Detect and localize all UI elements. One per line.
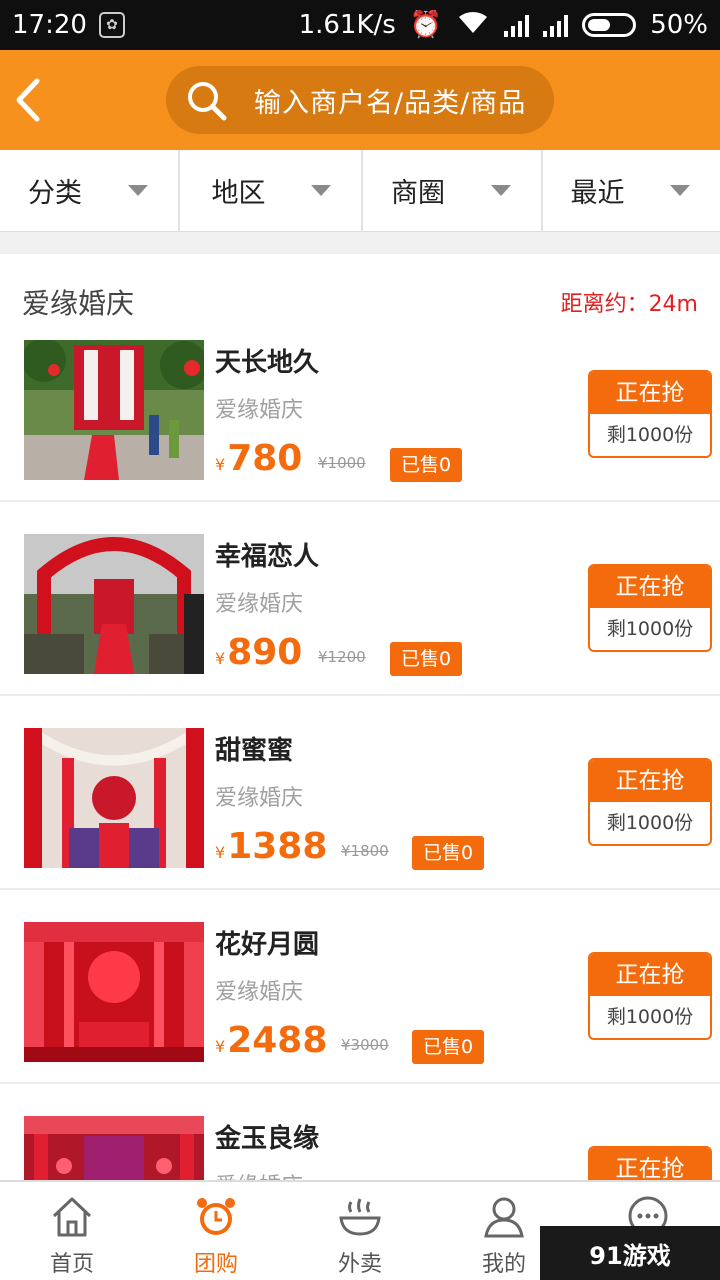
notification-app-icon: ✿ bbox=[98, 12, 125, 38]
dropdown-arrow-icon bbox=[127, 185, 148, 196]
grab-button[interactable]: 正在抢 剩1000份 bbox=[588, 370, 712, 458]
deal-item[interactable]: 花好月圆 爱缘婚庆 ¥ 2488 ¥3000 已售0 正在抢 剩1000份 bbox=[0, 890, 720, 1084]
back-button[interactable] bbox=[8, 74, 48, 126]
grab-button[interactable]: 正在抢 剩1000份 bbox=[588, 758, 712, 846]
grab-label: 正在抢 bbox=[590, 1148, 710, 1180]
filter-label: 商圈 bbox=[391, 178, 445, 209]
deal-original-price: ¥1200 bbox=[318, 648, 366, 666]
price-value: 890 bbox=[227, 632, 303, 673]
alarm-icon: ⏰ bbox=[409, 10, 443, 40]
tab-home[interactable]: 首页 bbox=[0, 1182, 144, 1280]
person-icon bbox=[484, 1197, 524, 1238]
status-time: 17:20 bbox=[12, 10, 87, 40]
grab-button[interactable]: 正在抢 剩1000份 bbox=[588, 564, 712, 652]
tab-takeout[interactable]: 外卖 bbox=[288, 1182, 432, 1280]
grab-button[interactable]: 正在抢 剩1000份 bbox=[588, 952, 712, 1040]
deal-image bbox=[24, 728, 204, 868]
currency-symbol: ¥ bbox=[215, 843, 226, 862]
deal-original-price: ¥1000 bbox=[318, 454, 366, 472]
deal-title: 金玉良缘 bbox=[215, 1124, 320, 1154]
deal-item[interactable]: 幸福恋人 爱缘婚庆 ¥ 890 ¥1200 已售0 正在抢 剩1000份 bbox=[0, 502, 720, 696]
deal-shop: 爱缘婚庆 bbox=[215, 786, 304, 811]
filter-label: 最近 bbox=[570, 178, 625, 209]
grab-label: 正在抢 bbox=[590, 372, 710, 414]
deal-original-price: ¥1800 bbox=[341, 842, 389, 860]
tab-label: 首页 bbox=[49, 1252, 94, 1277]
wifi-icon bbox=[456, 9, 490, 42]
deal-title: 天长地久 bbox=[215, 348, 320, 378]
deal-image bbox=[24, 340, 204, 480]
screen: 17:20 ✿ 1.61K/s ⏰ 50% 输入商户名/品类/商品 分类 地区 … bbox=[0, 0, 720, 1280]
deal-title: 甜蜜蜜 bbox=[215, 736, 294, 766]
alarm-clock-icon bbox=[197, 1198, 235, 1235]
remaining-count: 剩1000份 bbox=[606, 424, 694, 446]
deal-price: ¥ 1388 bbox=[215, 826, 327, 867]
filter-bar: 分类 地区 商圈 最近 bbox=[0, 150, 720, 232]
deal-image bbox=[24, 1116, 204, 1180]
grab-label: 正在抢 bbox=[590, 566, 710, 608]
deal-item[interactable]: 甜蜜蜜 爱缘婚庆 ¥ 1388 ¥1800 已售0 正在抢 剩1000份 bbox=[0, 696, 720, 890]
deal-image bbox=[24, 922, 204, 1062]
deal-image bbox=[24, 534, 204, 674]
dropdown-arrow-icon bbox=[490, 185, 511, 196]
watermark: 91游戏 bbox=[540, 1226, 720, 1280]
deal-shop: 爱缘婚庆 bbox=[215, 592, 304, 617]
price-value: 1388 bbox=[227, 826, 328, 867]
grab-label: 正在抢 bbox=[590, 760, 710, 802]
tab-label: 团购 bbox=[193, 1252, 238, 1277]
filter-label: 地区 bbox=[211, 178, 266, 209]
deal-price: ¥ 780 bbox=[215, 438, 302, 479]
deal-shop: 爱缘婚庆 bbox=[215, 1168, 303, 1180]
header: 输入商户名/品类/商品 bbox=[0, 50, 720, 150]
tab-group-buy[interactable]: 团购 bbox=[144, 1182, 288, 1280]
price-value: 780 bbox=[227, 438, 303, 479]
battery-icon bbox=[582, 13, 637, 37]
grab-button[interactable]: 正在抢 bbox=[588, 1146, 712, 1180]
home-icon bbox=[52, 1197, 92, 1237]
remaining-count: 剩1000份 bbox=[606, 618, 694, 640]
tab-label: 外卖 bbox=[337, 1252, 382, 1277]
deal-item[interactable]: 金玉良缘 爱缘婚庆 正在抢 bbox=[0, 1084, 720, 1180]
status-right: 1.61K/s ⏰ 50% bbox=[299, 9, 708, 42]
bowl-icon bbox=[339, 1198, 381, 1236]
signal-icon bbox=[504, 13, 530, 37]
deal-title: 幸福恋人 bbox=[215, 542, 320, 572]
filter-label: 分类 bbox=[28, 178, 82, 209]
signal-icon-2 bbox=[543, 13, 569, 37]
tab-label: 我的 bbox=[481, 1252, 526, 1277]
deal-shop: 爱缘婚庆 bbox=[215, 980, 304, 1005]
dropdown-arrow-icon bbox=[670, 185, 690, 196]
deal-title: 花好月圆 bbox=[215, 930, 320, 960]
deal-price: ¥ 2488 bbox=[215, 1020, 327, 1061]
deal-sold-badge: 已售0 bbox=[390, 642, 463, 676]
merchant-card: 爱缘婚庆 距离约：24m 天长地久 爱缘婚庆 ¥ 780 ¥1000 已售0 正… bbox=[0, 254, 720, 1180]
deal-sold-badge: 已售0 bbox=[412, 1030, 485, 1064]
deal-item[interactable]: 天长地久 爱缘婚庆 ¥ 780 ¥1000 已售0 正在抢 剩1000份 bbox=[0, 308, 720, 502]
search-bar[interactable]: 输入商户名/品类/商品 bbox=[166, 66, 554, 134]
network-speed: 1.61K/s bbox=[298, 10, 396, 40]
grab-label: 正在抢 bbox=[590, 954, 710, 996]
deal-sold-badge: 已售0 bbox=[412, 836, 485, 870]
price-value: 2488 bbox=[227, 1020, 328, 1061]
currency-symbol: ¥ bbox=[215, 649, 226, 668]
filter-business-district[interactable]: 商圈 bbox=[363, 150, 543, 231]
deal-original-price: ¥3000 bbox=[341, 1036, 389, 1054]
remaining-count: 剩1000份 bbox=[606, 812, 694, 834]
dropdown-arrow-icon bbox=[311, 185, 331, 196]
deal-price: ¥ 890 bbox=[215, 632, 302, 673]
chevron-left-icon bbox=[16, 78, 40, 122]
battery-level: 50% bbox=[650, 10, 708, 40]
filter-sort-nearest[interactable]: 最近 bbox=[543, 150, 720, 231]
search-icon bbox=[188, 82, 227, 121]
search-placeholder: 输入商户名/品类/商品 bbox=[254, 87, 527, 119]
filter-category[interactable]: 分类 bbox=[0, 150, 180, 231]
currency-symbol: ¥ bbox=[215, 455, 226, 474]
filter-region[interactable]: 地区 bbox=[180, 150, 363, 231]
deal-sold-badge: 已售0 bbox=[390, 448, 463, 482]
remaining-count: 剩1000份 bbox=[606, 1006, 694, 1028]
status-bar: 17:20 ✿ 1.61K/s ⏰ 50% bbox=[0, 0, 720, 50]
currency-symbol: ¥ bbox=[215, 1037, 226, 1056]
deal-shop: 爱缘婚庆 bbox=[215, 398, 304, 423]
